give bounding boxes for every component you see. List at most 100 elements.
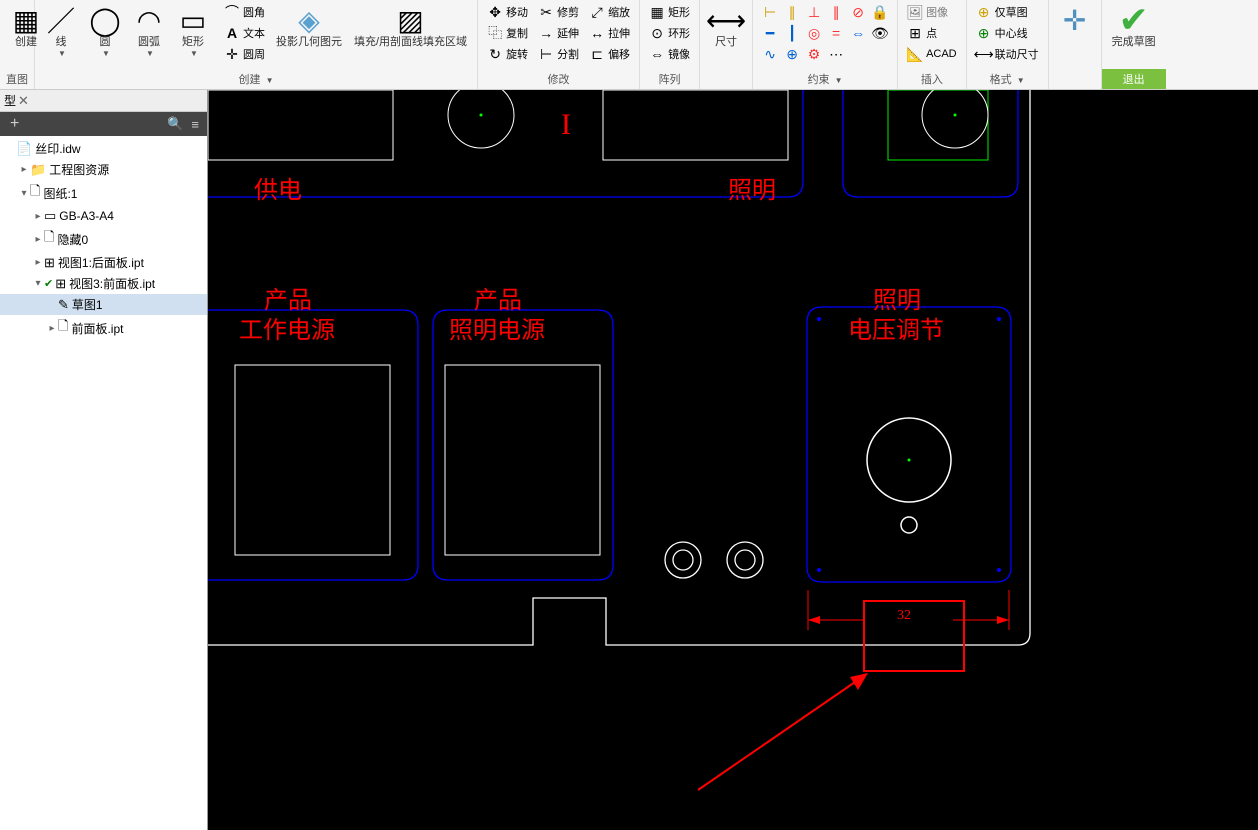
tree-item[interactable]: ▸🗋隐藏0 bbox=[0, 226, 207, 252]
text-button[interactable]: A文本 bbox=[221, 23, 268, 43]
tree-item[interactable]: ✎草图1 bbox=[0, 294, 207, 315]
collinear-icon: ∥ bbox=[784, 4, 800, 20]
offset-button[interactable]: ⊏偏移 bbox=[586, 44, 633, 64]
tangent-icon: ⊘ bbox=[850, 4, 866, 20]
mirror-button[interactable]: ⇔镜像 bbox=[646, 44, 693, 64]
driven-dim-button[interactable]: ⟷联动尺寸 bbox=[973, 44, 1042, 64]
trim-button[interactable]: ✂修剪 bbox=[535, 2, 582, 22]
insert-point-icon: ⊞ bbox=[907, 25, 923, 41]
fix-icon: ⊕ bbox=[784, 46, 800, 62]
rotate-button[interactable]: ↻旋转 bbox=[484, 44, 531, 64]
driven-icon: ⟷ bbox=[976, 46, 992, 62]
browser-add-tab-button[interactable]: + bbox=[4, 115, 25, 133]
tree-expand-icon[interactable]: ▸ bbox=[32, 257, 44, 268]
scale-button[interactable]: ⤢缩放 bbox=[586, 2, 633, 22]
tree-expand-icon[interactable]: ▸ bbox=[32, 211, 44, 222]
constraint-lock-button[interactable]: 🔒 bbox=[869, 2, 891, 22]
rect-pattern-icon: ▦ bbox=[649, 4, 665, 20]
constraint-smooth-button[interactable]: ∿ bbox=[759, 44, 781, 64]
constraint-vertical-button[interactable]: ┃ bbox=[781, 23, 803, 43]
svg-text:I: I bbox=[561, 108, 571, 141]
fillet-icon: ⌒ bbox=[224, 4, 240, 20]
show-format-button[interactable]: ✛ bbox=[1055, 2, 1095, 38]
circle-icon: ◯ bbox=[89, 4, 121, 36]
dimension-button[interactable]: ⟷尺寸 bbox=[706, 2, 746, 51]
tree-expand-icon[interactable]: ▾ bbox=[18, 188, 30, 199]
constraint-settings-button[interactable]: ⋯ bbox=[825, 44, 847, 64]
constraint-coincident-button[interactable]: ⊢ bbox=[759, 2, 781, 22]
constraint-symmetric-button[interactable]: ⇔ bbox=[847, 23, 869, 43]
circ-pattern-button[interactable]: ⊙环形 bbox=[646, 23, 693, 43]
constraint-equal-button[interactable]: = bbox=[825, 23, 847, 43]
coincident-icon: ⊢ bbox=[762, 4, 778, 20]
project-geometry-button[interactable]: ◈投影几何图元 bbox=[272, 2, 346, 51]
finish-sketch-button[interactable]: ✔完成草图 bbox=[1108, 2, 1160, 51]
tree-item[interactable]: ▸⊞视图1:后面板.ipt bbox=[0, 252, 207, 273]
constraint-tangent-button[interactable]: ⊘ bbox=[847, 2, 869, 22]
hatch-button[interactable]: ▨填充/用剖面线填充区域 bbox=[350, 2, 471, 51]
label-adj2: 电压调节 bbox=[848, 310, 944, 345]
tree-item[interactable]: ▸📁工程图资源 bbox=[0, 159, 207, 180]
point-button[interactable]: ✛圆周 bbox=[221, 44, 268, 64]
tree-expand-icon[interactable]: ▸ bbox=[18, 164, 30, 175]
constraint-concentric-button[interactable]: ◎ bbox=[803, 23, 825, 43]
browser-menu-button[interactable]: ≡ bbox=[187, 117, 203, 132]
tree-node-label: 草图1 bbox=[72, 296, 103, 313]
tree-item[interactable]: ▸🗋前面板.ipt bbox=[0, 315, 207, 341]
tree-expand-icon[interactable]: ▸ bbox=[32, 234, 44, 245]
stretch-button[interactable]: ↔拉伸 bbox=[586, 23, 633, 43]
browser-tabbar: + 🔍 ≡ bbox=[0, 112, 207, 136]
split-icon: ⊢ bbox=[538, 46, 554, 62]
fillet-button[interactable]: ⌒圆角 bbox=[221, 2, 268, 22]
tree-node-icon: 🗋 bbox=[30, 182, 40, 204]
insert-point-button[interactable]: ⊞点 bbox=[904, 23, 960, 43]
insert-acad-button[interactable]: 📐ACAD bbox=[904, 44, 960, 64]
tree-item[interactable]: ▾🗋图纸:1 bbox=[0, 180, 207, 206]
tree-expand-icon[interactable]: ▸ bbox=[46, 323, 58, 334]
rectangle-button[interactable]: ▭矩形▼ bbox=[173, 2, 213, 60]
constraint-show-button[interactable]: 👁 bbox=[869, 23, 891, 43]
horizontal-icon: ━ bbox=[762, 25, 778, 41]
construction-icon: ⊕ bbox=[976, 4, 992, 20]
circle-button[interactable]: ◯圆▼ bbox=[85, 2, 125, 60]
checkmark-icon: ✔ bbox=[44, 277, 53, 290]
auto-icon: ⚙ bbox=[806, 46, 822, 62]
tree-node-label: 隐藏0 bbox=[57, 231, 88, 248]
copy-button[interactable]: ⿻复制 bbox=[484, 23, 531, 43]
arc-icon: ◠ bbox=[133, 4, 165, 36]
tree-item[interactable]: ▸▭GB-A3-A4 bbox=[0, 206, 207, 226]
settings-icon: ⋯ bbox=[828, 46, 844, 62]
constraint-horizontal-button[interactable]: ━ bbox=[759, 23, 781, 43]
move-button[interactable]: ✥移动 bbox=[484, 2, 531, 22]
line-button[interactable]: ／线▼ bbox=[41, 2, 81, 60]
constraint-perp-button[interactable]: ⊥ bbox=[803, 2, 825, 22]
constraint-fix-button[interactable]: ⊕ bbox=[781, 44, 803, 64]
extend-button[interactable]: →延伸 bbox=[535, 23, 582, 43]
browser-search-button[interactable]: 🔍 bbox=[163, 116, 187, 132]
model-browser-panel: 型 ✕ + 🔍 ≡ 📄丝印.idw▸📁工程图资源▾🗋图纸:1▸▭GB-A3-A4… bbox=[0, 90, 208, 830]
rect-pattern-button[interactable]: ▦矩形 bbox=[646, 2, 693, 22]
hatch-icon: ▨ bbox=[395, 4, 427, 36]
construction-button[interactable]: ⊕仅草图 bbox=[973, 2, 1042, 22]
tree-node-icon: 🗋 bbox=[58, 317, 68, 339]
image-icon: 🖼 bbox=[907, 4, 923, 20]
browser-close-button[interactable]: ✕ bbox=[18, 93, 29, 109]
insert-image-button[interactable]: 🖼图像 bbox=[904, 2, 960, 22]
circ-pattern-icon: ⊙ bbox=[649, 25, 665, 41]
dimension-value[interactable]: 32 bbox=[897, 608, 911, 624]
centerline-button[interactable]: ⊕中心线 bbox=[973, 23, 1042, 43]
constraint-auto-button[interactable]: ⚙ bbox=[803, 44, 825, 64]
arc-button[interactable]: ◠圆弧▼ bbox=[129, 2, 169, 60]
extend-icon: → bbox=[538, 25, 554, 41]
tree-node-label: GB-A3-A4 bbox=[59, 209, 114, 223]
split-button[interactable]: ⊢分割 bbox=[535, 44, 582, 64]
constraint-collinear-button[interactable]: ∥ bbox=[781, 2, 803, 22]
browser-tree[interactable]: 📄丝印.idw▸📁工程图资源▾🗋图纸:1▸▭GB-A3-A4▸🗋隐藏0▸⊞视图1… bbox=[0, 136, 207, 830]
drawing-canvas[interactable]: I 供电 照明 产品 工作电源 产品 照明电源 照明 电压调节 32 bbox=[208, 90, 1258, 830]
tree-item[interactable]: 📄丝印.idw bbox=[0, 138, 207, 159]
tree-node-label: 丝印.idw bbox=[35, 140, 80, 157]
tree-expand-icon[interactable]: ▾ bbox=[32, 278, 44, 289]
mirror-icon: ⇔ bbox=[649, 46, 665, 62]
tree-item[interactable]: ▾✔⊞视图3:前面板.ipt bbox=[0, 273, 207, 294]
constraint-parallel-button[interactable]: ∥ bbox=[825, 2, 847, 22]
